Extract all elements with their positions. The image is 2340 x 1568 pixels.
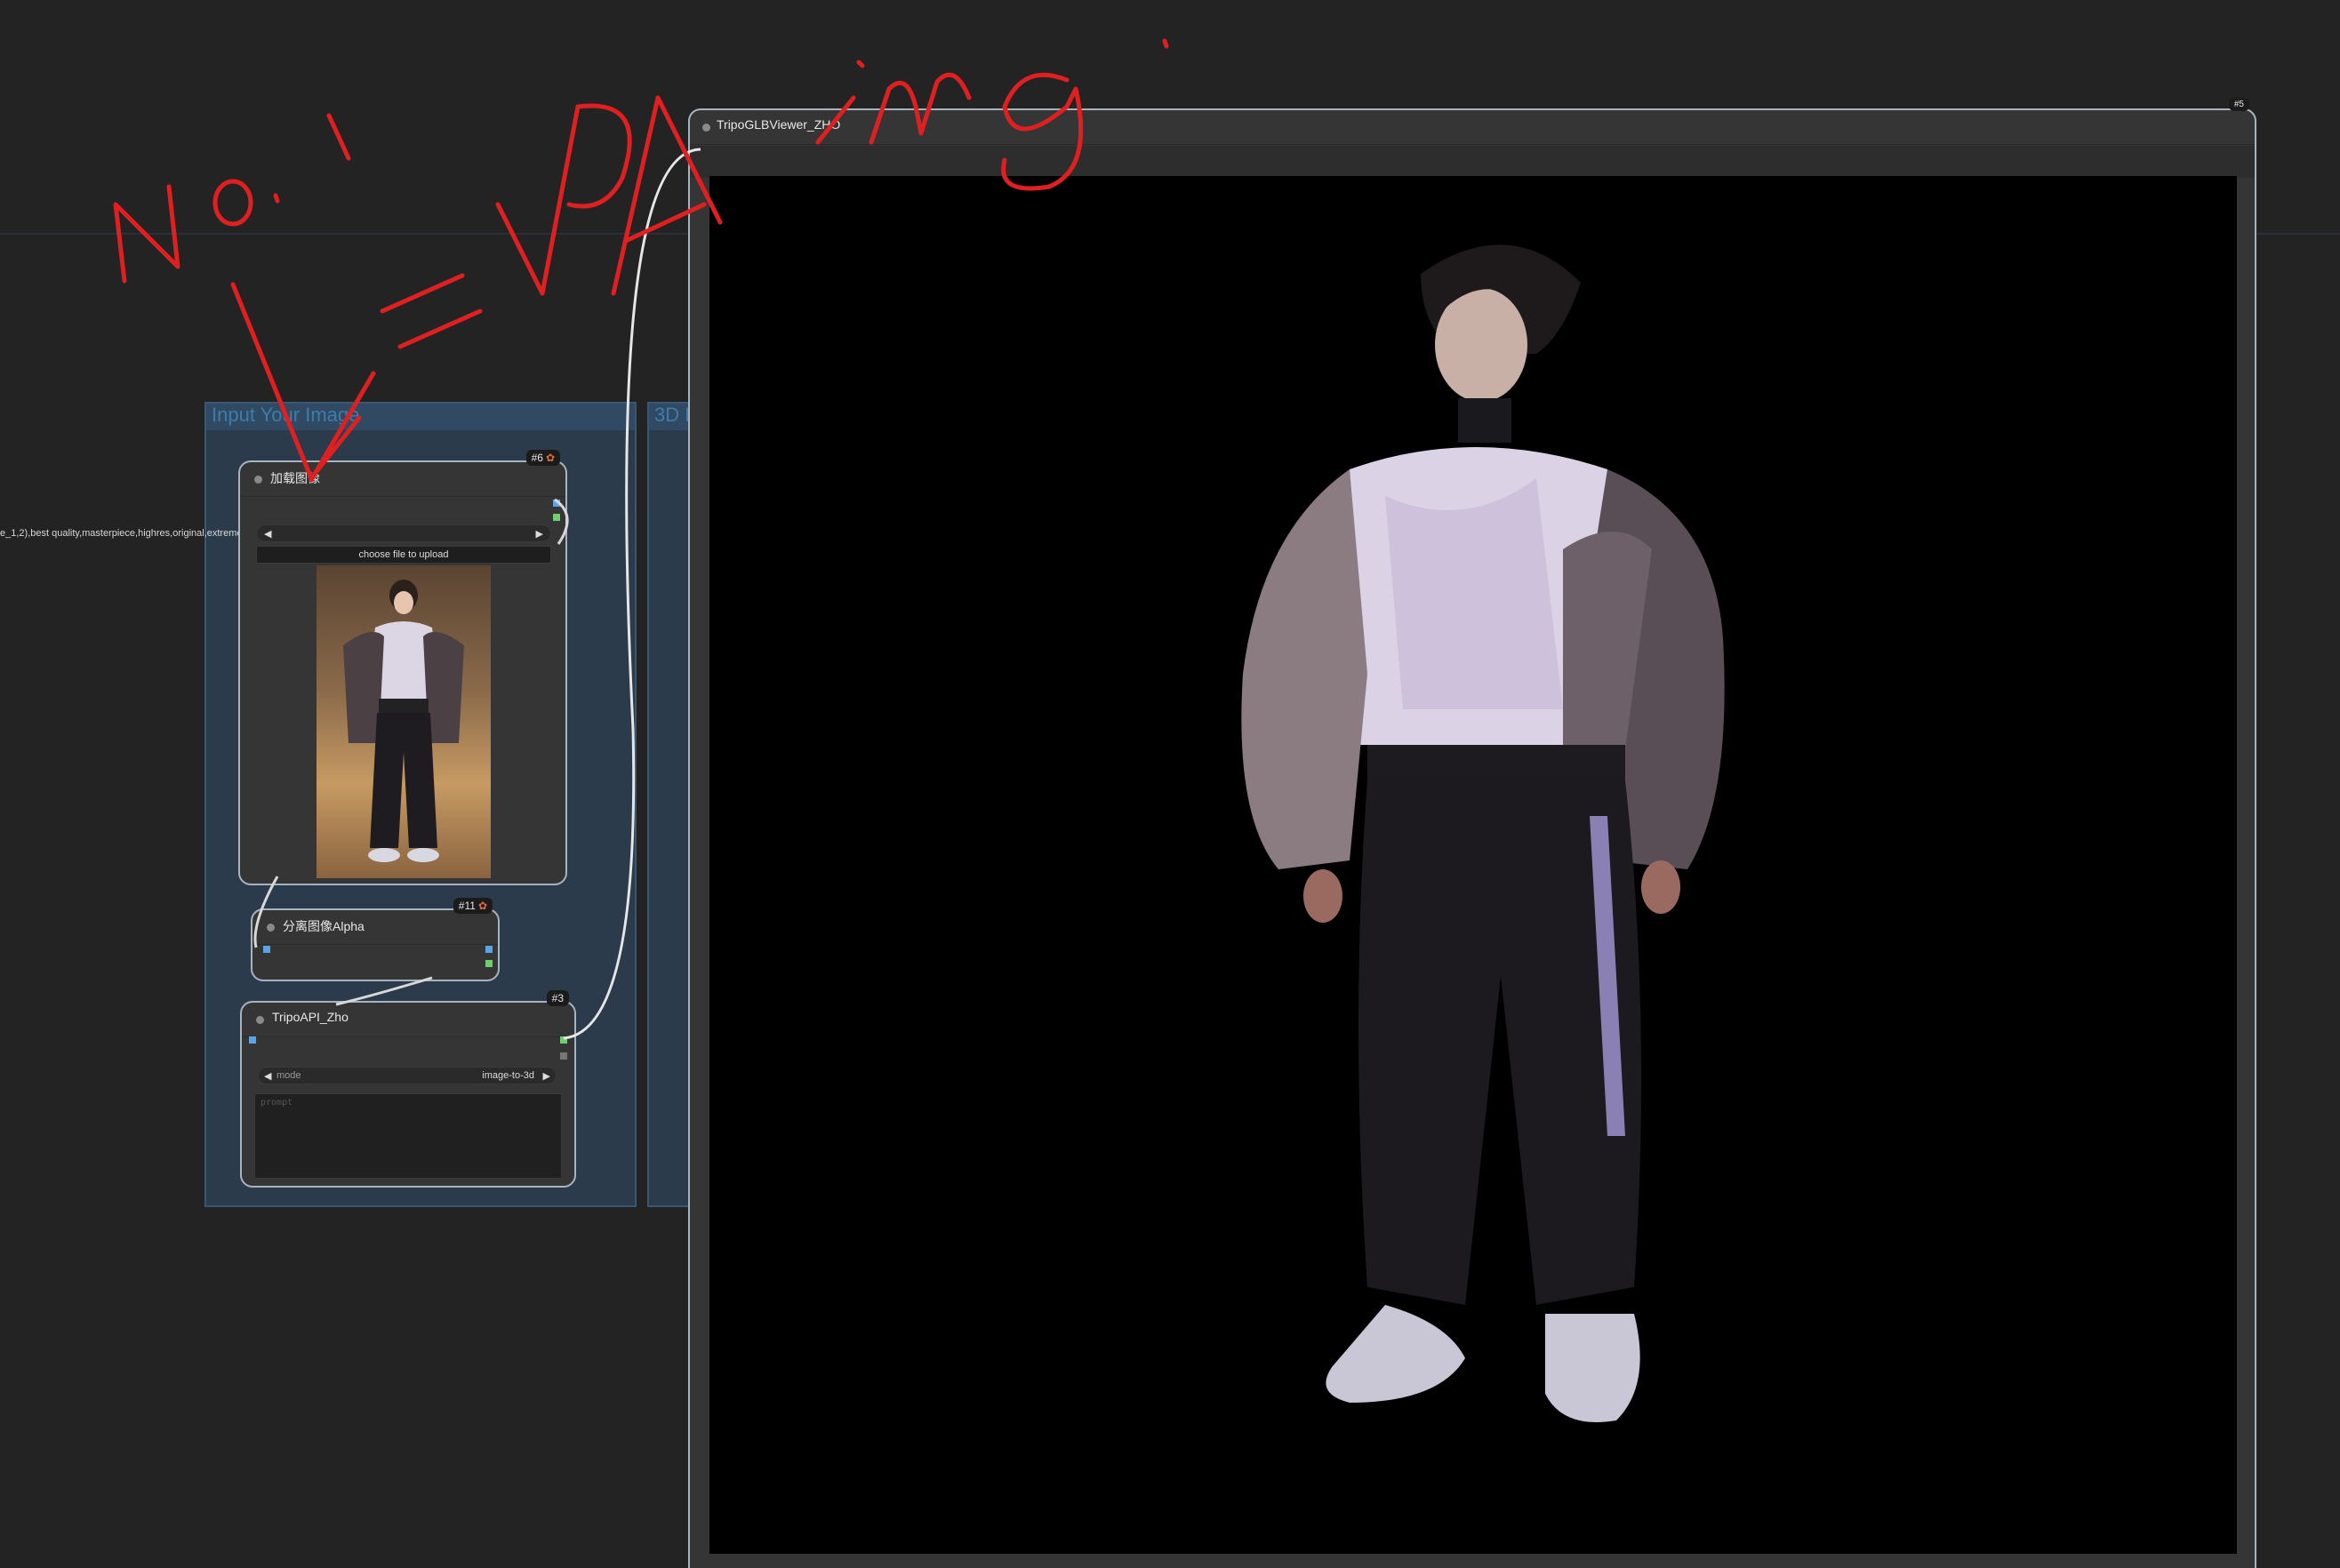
load-image-node[interactable]: 加载图像 ◀ ▶ choose file to upload #6 ✿ xyxy=(238,450,567,885)
output-slot-mask[interactable] xyxy=(553,514,560,521)
next-arrow-icon[interactable]: ▶ xyxy=(536,528,543,540)
node-id-badge: #3 xyxy=(546,990,569,1006)
3d-character-model xyxy=(1241,244,1725,1422)
choose-file-upload-button[interactable]: choose file to upload xyxy=(256,546,551,564)
node-title: 分离图像Alpha xyxy=(283,919,365,933)
node-id-badge: #5 xyxy=(2228,98,2249,111)
collapse-dot-icon[interactable] xyxy=(702,124,710,132)
tripo-api-node[interactable]: TripoAPI_Zho ◀ mode image-to-3d ▶ prompt… xyxy=(240,990,576,1188)
output-slot-extra[interactable] xyxy=(560,1052,567,1060)
output-slot-mask[interactable] xyxy=(485,960,493,967)
image-file-select[interactable]: ◀ ▶ xyxy=(256,524,551,542)
output-slot-image[interactable] xyxy=(485,946,493,953)
tripo-glb-viewer-node[interactable]: TripoGLBViewer_ZHO #5 xyxy=(688,98,2256,1568)
badge-text: #11 xyxy=(458,900,476,912)
node-id-badge: #11 ✿ xyxy=(453,898,493,914)
collapse-dot-icon[interactable] xyxy=(256,1016,264,1024)
node-header[interactable]: 加载图像 xyxy=(240,462,565,497)
mode-select[interactable]: ◀ mode image-to-3d ▶ xyxy=(258,1067,557,1084)
group-title: Input Your Image xyxy=(212,404,360,426)
node-title: TripoAPI_Zho xyxy=(272,1010,349,1024)
node-id-badge: #6 ✿ xyxy=(525,450,560,466)
viewer-toolbar xyxy=(690,146,2255,178)
collapse-dot-icon[interactable] xyxy=(254,476,262,484)
node-canvas[interactable]: Input Your Image 3D P e_1,2),best qualit… xyxy=(0,0,2340,1568)
output-slot-image[interactable] xyxy=(553,500,560,507)
prompt-textarea[interactable]: prompt xyxy=(254,1093,562,1179)
input-slot-image[interactable] xyxy=(263,946,270,953)
node-title: 加载图像 xyxy=(270,471,320,485)
split-image-alpha-node[interactable]: 分离图像Alpha #11 ✿ xyxy=(251,898,500,981)
fox-icon: ✿ xyxy=(545,452,555,464)
previous-arrow-icon[interactable]: ◀ xyxy=(264,528,271,540)
badge-text: #5 xyxy=(2233,100,2244,109)
node-header[interactable]: TripoGLBViewer_ZHO xyxy=(690,110,2255,145)
upload-button-label: choose file to upload xyxy=(358,549,449,560)
badge-text: #3 xyxy=(551,992,564,1004)
badge-text: #6 xyxy=(531,452,543,464)
mode-value: image-to-3d xyxy=(482,1070,534,1081)
character-thumbnail-illustration xyxy=(343,580,464,862)
next-arrow-icon[interactable]: ▶ xyxy=(543,1070,550,1082)
node-header[interactable]: TripoAPI_Zho xyxy=(242,1003,574,1037)
output-slot-model[interactable] xyxy=(560,1036,567,1044)
fox-icon: ✿ xyxy=(477,900,487,912)
previous-arrow-icon[interactable]: ◀ xyxy=(264,1070,271,1082)
image-preview xyxy=(317,565,491,878)
3d-model-viewport[interactable] xyxy=(709,176,2237,1554)
mode-label: mode xyxy=(276,1070,301,1081)
node-title: TripoGLBViewer_ZHO xyxy=(717,117,841,132)
input-slot-image[interactable] xyxy=(249,1036,256,1044)
collapse-dot-icon[interactable] xyxy=(267,924,275,932)
prompt-placeholder: prompt xyxy=(260,1098,293,1108)
node-header[interactable]: 分离图像Alpha xyxy=(252,910,498,945)
